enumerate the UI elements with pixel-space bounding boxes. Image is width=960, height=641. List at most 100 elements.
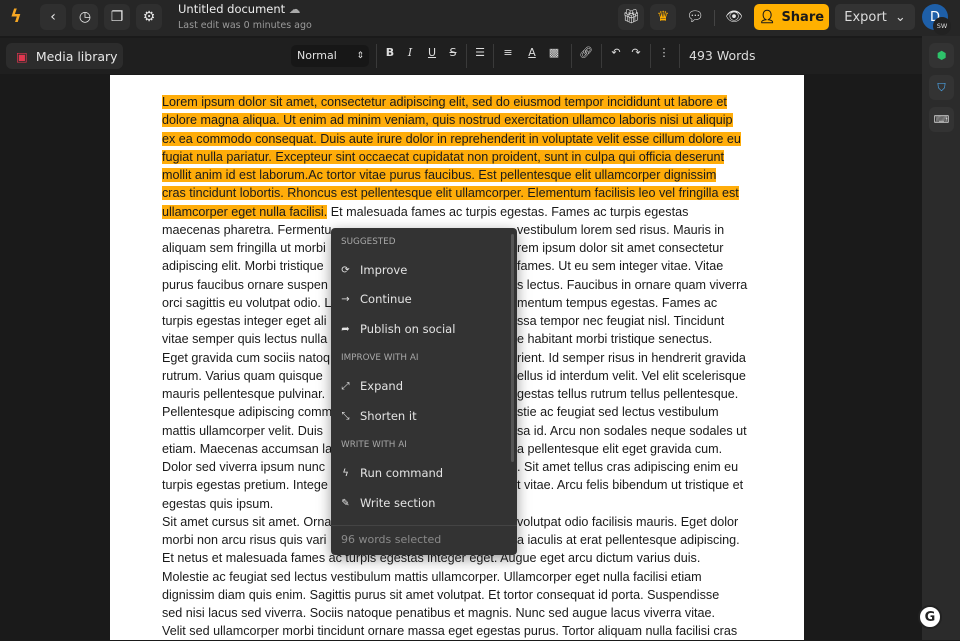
hexagon-icon: ⬢	[936, 49, 947, 62]
text-style-value: Normal	[297, 49, 337, 62]
pencil-icon: ✎	[341, 497, 350, 509]
expand-icon: ⤢	[341, 380, 350, 392]
bold-button[interactable]: B	[382, 46, 398, 59]
text-fragment: Eget gravida cum sociis natoq	[162, 350, 331, 365]
gift-icon: 🎁︎	[622, 9, 640, 25]
menu-item-shorten[interactable]: ⤡ Shorten it	[341, 409, 417, 423]
grammarly-icon[interactable]: G	[918, 605, 942, 629]
text-fragment: vitae semper quis lectus nulla	[162, 332, 328, 347]
text-line: sed nisi lacus sed viverra. Sociis natoq…	[162, 604, 762, 622]
collaborator-badge: SW	[933, 17, 951, 35]
text-line: Lorem ipsum dolor sit amet, consectetur …	[162, 93, 762, 111]
text-color-icon: A	[528, 46, 536, 59]
updown-icon: ⇕	[356, 51, 364, 61]
export-button[interactable]: Export ⌄	[835, 4, 915, 30]
back-button[interactable]: ‹	[40, 4, 66, 30]
menu-label: Expand	[360, 379, 404, 393]
document-title[interactable]: Untitled document ☁	[178, 2, 300, 16]
list-icon: ☰	[475, 46, 485, 59]
text-fragment: ssa tempor nec feugiat nisl. Tincidunt	[517, 314, 725, 328]
undo-button[interactable]: ↶	[608, 46, 624, 59]
text-fragment: aliquam sem fringilla ut morbi	[162, 241, 326, 255]
more-button[interactable]: ⋮	[656, 46, 672, 59]
list-button[interactable]: ☰	[472, 46, 488, 59]
divider	[466, 44, 467, 68]
editor-toolbar	[0, 38, 922, 74]
menu-item-publish[interactable]: ➦ Publish on social	[341, 322, 455, 336]
copy-icon: ❐	[110, 9, 124, 25]
divider	[679, 44, 680, 68]
menu-scrollbar[interactable]	[511, 234, 514, 462]
comments-button[interactable]: 💬︎	[682, 4, 708, 30]
share-button[interactable]: 👤︎ Share	[754, 4, 829, 30]
divider	[493, 44, 494, 68]
text-fragment: rient. Id semper risus in hendrerit grav…	[517, 350, 746, 365]
menu-item-improve[interactable]: ⟳ Improve	[341, 263, 407, 277]
menu-item-write-section[interactable]: ✎ Write section	[341, 496, 435, 510]
menu-item-expand[interactable]: ⤢ Expand	[341, 379, 404, 393]
text-fragment: mauris pellentesque pulvinar.	[162, 387, 326, 401]
text-line: Molestie ac feugiat sed lectus vestibulu…	[162, 568, 762, 586]
text-fragment: vestibulum lorem sed risus. Mauris in	[517, 222, 725, 237]
selected-text: cras tincidunt lobortis. Rhoncus est pel…	[162, 186, 739, 201]
documents-button[interactable]: ❐	[104, 4, 130, 30]
logo-icon[interactable]: ϟ	[10, 6, 22, 27]
redo-button[interactable]: ↷	[628, 46, 644, 59]
comment-icon: 💬︎	[686, 9, 704, 25]
gift-button[interactable]: 🎁︎	[618, 4, 644, 30]
text-line: fugiat nulla pariatur. Excepteur sint oc…	[162, 148, 762, 166]
text-fragment: Dolor sed viverra ipsum nunc	[162, 460, 326, 474]
text-fragment: Et malesuada fames ac turpis egestas. Fa…	[327, 204, 689, 219]
keyboard-button[interactable]: ⌨	[929, 107, 954, 132]
menu-label: Write section	[360, 496, 436, 510]
text-line: ullamcorper eget nulla facilisi. Et male…	[162, 203, 762, 221]
menu-item-run-command[interactable]: ϟ Run command	[341, 466, 443, 480]
italic-button[interactable]: I	[402, 46, 418, 59]
text-fragment: Velit sed ullamcorper morbi tincidunt or…	[162, 624, 738, 639]
more-vertical-icon: ⋮	[658, 46, 670, 59]
preview-button[interactable]: 👁︎	[721, 4, 747, 30]
text-line: dolore magna aliqua. Ut enim ad minim ve…	[162, 111, 762, 129]
media-library-button[interactable]: ▣ Media library	[6, 43, 123, 69]
crown-icon: ♛	[656, 9, 670, 25]
settings-button[interactable]: ⚙	[136, 4, 162, 30]
text-color-button[interactable]: A	[524, 46, 540, 59]
history-button[interactable]: ◷	[72, 4, 98, 30]
plagiarism-button[interactable]: ⛉	[929, 75, 954, 100]
selected-text: fugiat nulla pariatur. Excepteur sint oc…	[162, 149, 724, 164]
last-edit-status: Last edit was 0 minutes ago	[178, 20, 312, 31]
text-fragment: purus faucibus ornare suspen	[162, 277, 328, 292]
selected-text: ullamcorper eget nulla facilisi.	[162, 204, 328, 219]
text-fragment: Sit amet cursus sit amet. Orna	[162, 514, 332, 529]
menu-label: Continue	[360, 292, 412, 306]
underline-button[interactable]: U	[424, 46, 440, 59]
cloud-check-icon: ☁	[288, 2, 301, 16]
text-fragment: sa id. Arcu non sodales neque sodales ut	[517, 423, 747, 438]
text-fragment: ellus id interdum velit. Vel elit sceler…	[517, 368, 746, 383]
text-fragment: turpis egestas pretium. Intege	[162, 478, 328, 493]
text-fragment: a iaculis at erat pellentesque adipiscin…	[517, 533, 740, 547]
text-fragment: Molestie ac feugiat sed lectus vestibulu…	[162, 569, 702, 584]
align-button[interactable]: ≡	[500, 46, 516, 59]
premium-button[interactable]: ♛	[650, 4, 676, 30]
text-fragment: stie ac feugiat sed lectus vestibulum	[517, 405, 719, 420]
text-fragment: . Sit amet tellus cras adipiscing enim e…	[517, 460, 739, 474]
strikethrough-button[interactable]: S	[445, 46, 461, 59]
export-label: Export	[844, 9, 887, 25]
highlight-button[interactable]: ▩	[546, 46, 562, 59]
link-button[interactable]: 🔗︎	[578, 46, 594, 59]
text-fragment: turpis egestas integer eget ali	[162, 314, 327, 328]
section-write: WRITE WITH AI	[341, 440, 407, 450]
text-style-select[interactable]: Normal ⇕	[291, 45, 369, 67]
section-suggested: SUGGESTED	[341, 237, 396, 247]
align-left-icon: ≡	[503, 46, 513, 59]
text-fragment: rutrum. Varius quam quisque	[162, 368, 323, 383]
ai-assistant-button[interactable]: ⬢	[929, 43, 954, 68]
images-icon: ▣	[16, 48, 28, 64]
compress-icon: ⤡	[341, 410, 350, 422]
menu-item-continue[interactable]: → Continue	[341, 292, 412, 306]
text-fragment: e habitant morbi tristique senectus.	[517, 332, 713, 347]
keyboard-icon: ⌨	[933, 113, 950, 126]
arrow-right-icon: →	[341, 293, 350, 305]
clock-icon: ◷	[78, 9, 92, 25]
